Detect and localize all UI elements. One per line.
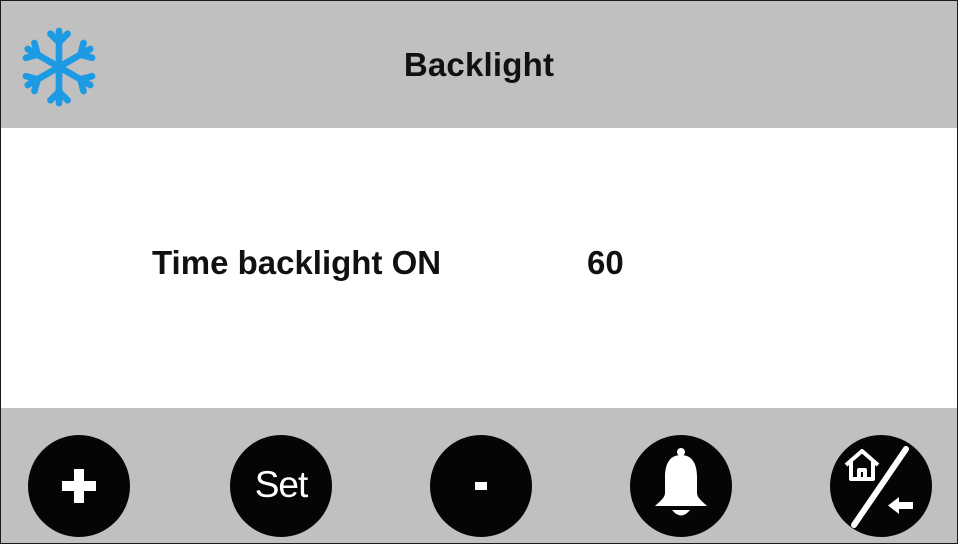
alarm-button[interactable] xyxy=(630,435,732,537)
minus-icon xyxy=(475,482,487,490)
hmi-screen: Backlight Time backlight ON 60 Set xyxy=(0,0,958,544)
home-back-button[interactable] xyxy=(830,435,932,537)
plus-button[interactable] xyxy=(28,435,130,537)
set-button[interactable]: Set xyxy=(230,435,332,537)
setting-value[interactable]: 60 xyxy=(587,244,624,282)
footer-toolbar: Set xyxy=(1,408,957,543)
content-area: Time backlight ON 60 xyxy=(1,128,957,408)
page-title: Backlight xyxy=(403,46,555,83)
bell-icon xyxy=(655,448,707,516)
plus-icon xyxy=(62,469,96,503)
header-bar: Backlight xyxy=(1,1,957,128)
minus-button[interactable] xyxy=(430,435,532,537)
home-back-icon xyxy=(844,446,913,528)
setting-label: Time backlight ON xyxy=(152,244,442,281)
set-button-label: Set xyxy=(254,464,309,505)
